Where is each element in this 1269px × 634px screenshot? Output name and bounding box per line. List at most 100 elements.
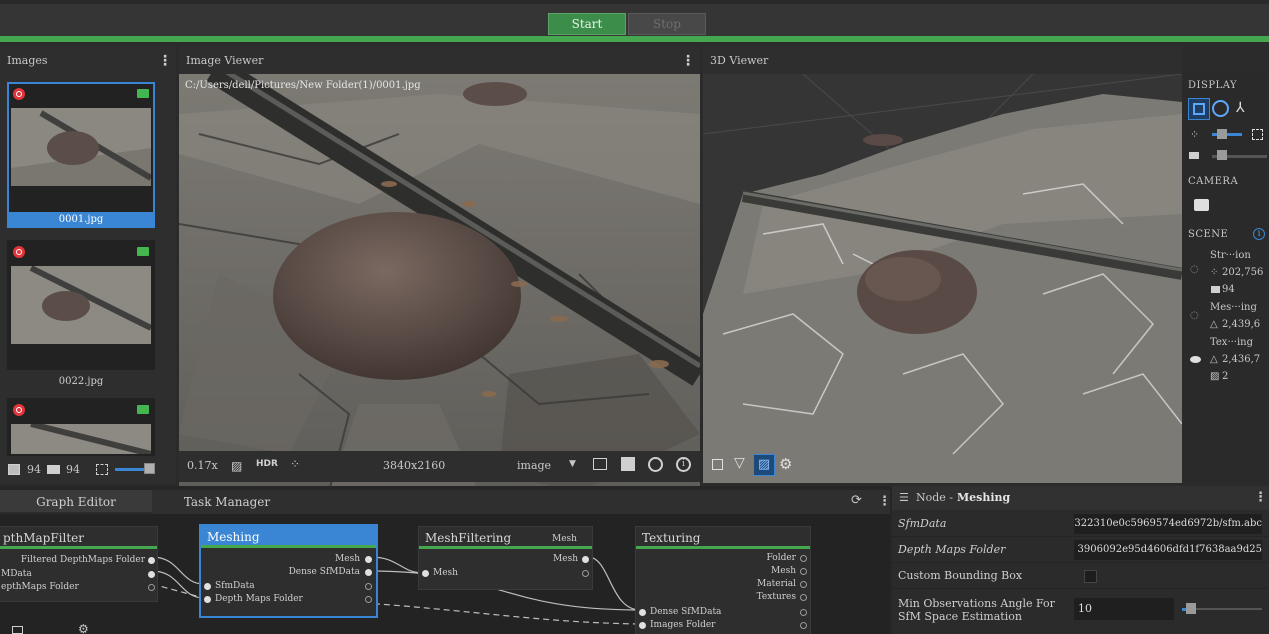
output-port[interactable] <box>365 569 372 576</box>
display-header: DISPLAY <box>1188 80 1238 91</box>
image-thumbnail[interactable]: 0022.jpg <box>7 240 155 387</box>
input-port[interactable] <box>204 596 211 603</box>
depth-maps-folder-field[interactable]: 3906092e95d4606dfd1f7638aa9d25 <box>1074 540 1262 560</box>
output-port[interactable] <box>365 556 372 563</box>
refresh-icon[interactable]: ⟳ <box>851 493 862 508</box>
slider-handle[interactable] <box>1186 603 1196 614</box>
target-icon[interactable] <box>1212 100 1229 117</box>
custom-bounding-box-checkbox[interactable] <box>1084 570 1097 583</box>
focus-icon[interactable] <box>1252 129 1263 140</box>
thumbnail-label: 0001.jpg <box>9 212 153 228</box>
visibility-off-icon[interactable]: ◌ <box>1190 310 1199 321</box>
histogram-icon[interactable] <box>621 457 635 471</box>
visibility-on-icon[interactable] <box>1190 356 1201 363</box>
scene-item-tris: 2,436,7 <box>1222 354 1261 365</box>
output-port[interactable] <box>800 555 807 562</box>
port-label: Folder <box>766 553 796 563</box>
feature-points-icon[interactable]: ⁘ <box>290 457 300 471</box>
camera-snapshot-icon[interactable] <box>1194 199 1209 211</box>
output-port[interactable] <box>800 609 807 616</box>
output-port[interactable] <box>148 571 155 578</box>
3d-viewer-toolbar: ▽ ▨ ⚙ <box>703 451 803 482</box>
scene-item-cams: 94 <box>1222 284 1235 295</box>
globe-icon[interactable] <box>648 457 663 472</box>
axis-icon[interactable]: ⅄ <box>1236 100 1245 116</box>
tab-graph-editor[interactable]: Graph Editor <box>0 490 152 514</box>
port-label: Depth Maps Folder <box>215 594 303 604</box>
output-port[interactable] <box>582 570 589 577</box>
no-metadata-icon <box>13 88 25 100</box>
attribute-editor-panel: ☰ Node - Meshing ⋮ SfmData 322310e0c5969… <box>892 486 1269 634</box>
output-port[interactable] <box>365 583 372 590</box>
images-menu-icon[interactable]: ⋮ <box>158 54 172 68</box>
top-toolbar: Start Stop <box>0 0 1269 36</box>
output-port[interactable] <box>800 581 807 588</box>
output-port[interactable] <box>582 556 589 563</box>
slider-handle[interactable] <box>1217 129 1227 139</box>
output-port[interactable] <box>800 622 807 629</box>
info-icon[interactable]: i <box>676 457 691 472</box>
output-port[interactable] <box>800 594 807 601</box>
attribute-title-node: Meshing <box>957 491 1011 504</box>
hatch-icon[interactable]: ▨ <box>231 459 242 473</box>
input-port[interactable] <box>422 570 429 577</box>
attribute-label: Custom Bounding Box <box>898 569 1023 582</box>
graph-menu-icon[interactable]: ⋮ <box>878 494 891 509</box>
export-icon[interactable] <box>593 458 607 470</box>
thumbnail-image <box>11 108 151 186</box>
viewer-image[interactable] <box>179 74 700 492</box>
output-port[interactable] <box>148 584 155 591</box>
triangle-icon[interactable]: ▽ <box>734 455 745 471</box>
fit-view-icon[interactable] <box>12 626 23 634</box>
node-title: pthMapFilter <box>0 527 157 549</box>
attribute-row: Depth Maps Folder 3906092e95d4606dfd1f76… <box>892 537 1269 563</box>
images-panel: Images ⋮ 0001.jpg 0022.jpg <box>0 46 176 483</box>
settings-icon[interactable]: ⚙ <box>779 455 792 473</box>
image-thumbnail[interactable]: 0001.jpg <box>7 82 155 228</box>
input-port[interactable] <box>639 622 646 629</box>
slider-handle[interactable] <box>1217 150 1227 160</box>
output-port[interactable] <box>800 568 807 575</box>
scene-item-points: 202,756 <box>1222 267 1264 278</box>
input-port[interactable] <box>639 609 646 616</box>
no-metadata-icon <box>13 404 25 416</box>
camera-icon <box>137 405 149 414</box>
attribute-menu-icon[interactable]: ⋮ <box>1254 490 1267 505</box>
slider-handle[interactable] <box>144 463 155 474</box>
zoom-level: 0.17x <box>187 459 218 472</box>
attribute-label: Min Observations Angle For SfM Space Est… <box>898 597 1055 623</box>
attribute-label: SfmData <box>898 517 947 530</box>
sfmdata-field[interactable]: 322310e0c5969574ed6972b/sfm.abc <box>1074 514 1262 534</box>
node-meshing[interactable]: Meshing Mesh Dense SfMData SfmData Depth… <box>199 524 378 618</box>
texture-icon[interactable]: ▨ <box>753 454 775 476</box>
node-depthmapfilter[interactable]: pthMapFilter Filtered DepthMaps Folder M… <box>0 526 158 602</box>
hdr-button[interactable]: HDR <box>256 459 278 469</box>
triangles-icon: △ <box>1210 319 1218 330</box>
image-viewer-menu-icon[interactable]: ⋮ <box>681 54 695 68</box>
scene-info-icon[interactable]: i <box>1253 228 1265 240</box>
square-icon[interactable] <box>712 459 723 470</box>
output-port[interactable] <box>365 596 372 603</box>
thumbnail-image <box>11 424 151 454</box>
image-mode-select[interactable]: image <box>517 459 551 472</box>
images-panel-title: Images <box>7 54 48 67</box>
output-port[interactable] <box>148 557 155 564</box>
node-texturing[interactable]: Texturing Folder Mesh Material Textures … <box>635 526 811 634</box>
image-resolution: 3840x2160 <box>383 459 446 472</box>
3d-viewport[interactable] <box>703 74 1182 483</box>
port-label: Mesh <box>553 554 578 564</box>
input-port[interactable] <box>204 583 211 590</box>
graph-canvas[interactable]: pthMapFilter Filtered DepthMaps Folder M… <box>0 514 890 634</box>
tab-task-manager[interactable]: Task Manager <box>152 490 302 514</box>
visibility-off-icon[interactable]: ◌ <box>1190 264 1199 275</box>
graph-settings-icon[interactable]: ⚙ <box>78 622 89 634</box>
port-label: MData <box>1 569 32 579</box>
grid-toggle-icon[interactable] <box>96 464 108 475</box>
min-observations-angle-field[interactable]: 10 <box>1074 598 1174 620</box>
port-label: epthMaps Folder <box>1 582 79 592</box>
points-size-icon: ⁘ <box>1190 128 1200 141</box>
dropdown-arrow-icon[interactable]: ▼ <box>569 459 576 469</box>
stop-button[interactable]: Stop <box>628 13 706 35</box>
image-thumbnail[interactable] <box>7 398 155 456</box>
start-button[interactable]: Start <box>548 13 626 35</box>
